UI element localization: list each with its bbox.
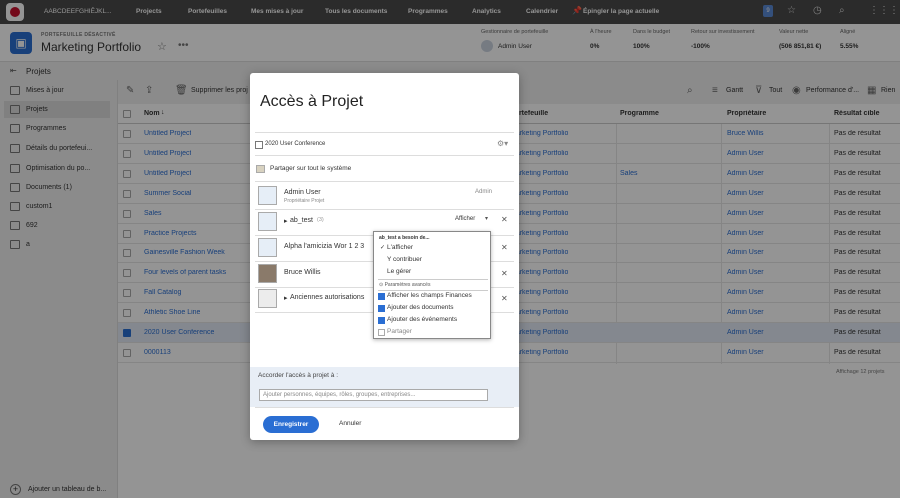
- entry-name: Alpha l'amicizia Wor 1 2 3: [284, 243, 365, 250]
- entry-name: Bruce Willis: [284, 269, 321, 276]
- dropdown-caret-icon[interactable]: ▾: [485, 215, 488, 222]
- grant-access-section: Accorder l'accès à projet à :: [250, 367, 519, 407]
- user-avatar-icon: [258, 238, 277, 257]
- user-avatar-icon: [258, 264, 277, 283]
- system-share-icon: [256, 165, 265, 173]
- share-checkbox[interactable]: [378, 329, 385, 336]
- entry-name: Anciennes autorisations: [290, 294, 365, 301]
- documents-checkbox-label[interactable]: Ajouter des documents: [387, 304, 453, 311]
- share-system-label: Partager sur tout le système: [270, 165, 352, 172]
- entry-name: ab_test: [290, 217, 313, 224]
- entry-role: Propriétaire Projet: [284, 198, 325, 204]
- grant-access-input[interactable]: Ajouter personnes, équipes, rôles, group…: [259, 389, 488, 401]
- lock-icon: [258, 289, 277, 308]
- entry-expand-chevron-icon[interactable]: ▸: [284, 294, 288, 302]
- settings-gear-icon[interactable]: ⚙▾: [497, 139, 508, 148]
- cancel-button[interactable]: Annuler: [339, 420, 361, 427]
- checkmark-icon: ✓: [380, 245, 386, 251]
- remove-access-icon[interactable]: ✕: [501, 294, 508, 303]
- dialog-project-name: 2020 User Conference: [265, 141, 326, 147]
- access-level-dropdown[interactable]: Afficher: [455, 216, 475, 222]
- entry-access-level: Admin: [475, 189, 493, 195]
- group-avatar-icon: [258, 212, 277, 231]
- menu-option-view[interactable]: L'afficher: [387, 244, 413, 251]
- advanced-settings-label: ⊙ Paramètres avancés: [379, 282, 430, 288]
- access-level-menu: ab_test a besoin de... ✓ L'afficher Y co…: [373, 231, 491, 339]
- entry-member-count: (3): [317, 217, 324, 223]
- menu-header: ab_test a besoin de...: [379, 235, 430, 241]
- grant-access-label: Accorder l'accès à projet à :: [258, 372, 338, 379]
- entry-name: Admin User: [284, 189, 321, 196]
- menu-option-manage[interactable]: Le gérer: [387, 268, 411, 275]
- events-checkbox[interactable]: [378, 317, 385, 324]
- access-entry-admin-user: Admin User Propriétaire Projet Admin: [255, 184, 514, 209]
- remove-access-icon[interactable]: ✕: [501, 215, 508, 224]
- entry-expand-chevron-icon[interactable]: ▸: [284, 217, 288, 225]
- finances-checkbox-label[interactable]: Afficher les champs Finances: [387, 292, 472, 299]
- dialog-title: Accès à Projet: [260, 93, 364, 110]
- events-checkbox-label[interactable]: Ajouter des événements: [387, 316, 457, 323]
- finances-checkbox[interactable]: [378, 293, 385, 300]
- project-icon: [255, 141, 263, 149]
- user-avatar-icon: [258, 186, 277, 205]
- menu-option-contribute[interactable]: Y contribuer: [387, 256, 422, 263]
- save-button[interactable]: Enregistrer: [263, 416, 319, 433]
- remove-access-icon[interactable]: ✕: [501, 243, 508, 252]
- share-checkbox-label[interactable]: Partager: [387, 328, 412, 335]
- advanced-settings-text: Paramètres avancés: [384, 282, 431, 288]
- documents-checkbox[interactable]: [378, 305, 385, 312]
- remove-access-icon[interactable]: ✕: [501, 269, 508, 278]
